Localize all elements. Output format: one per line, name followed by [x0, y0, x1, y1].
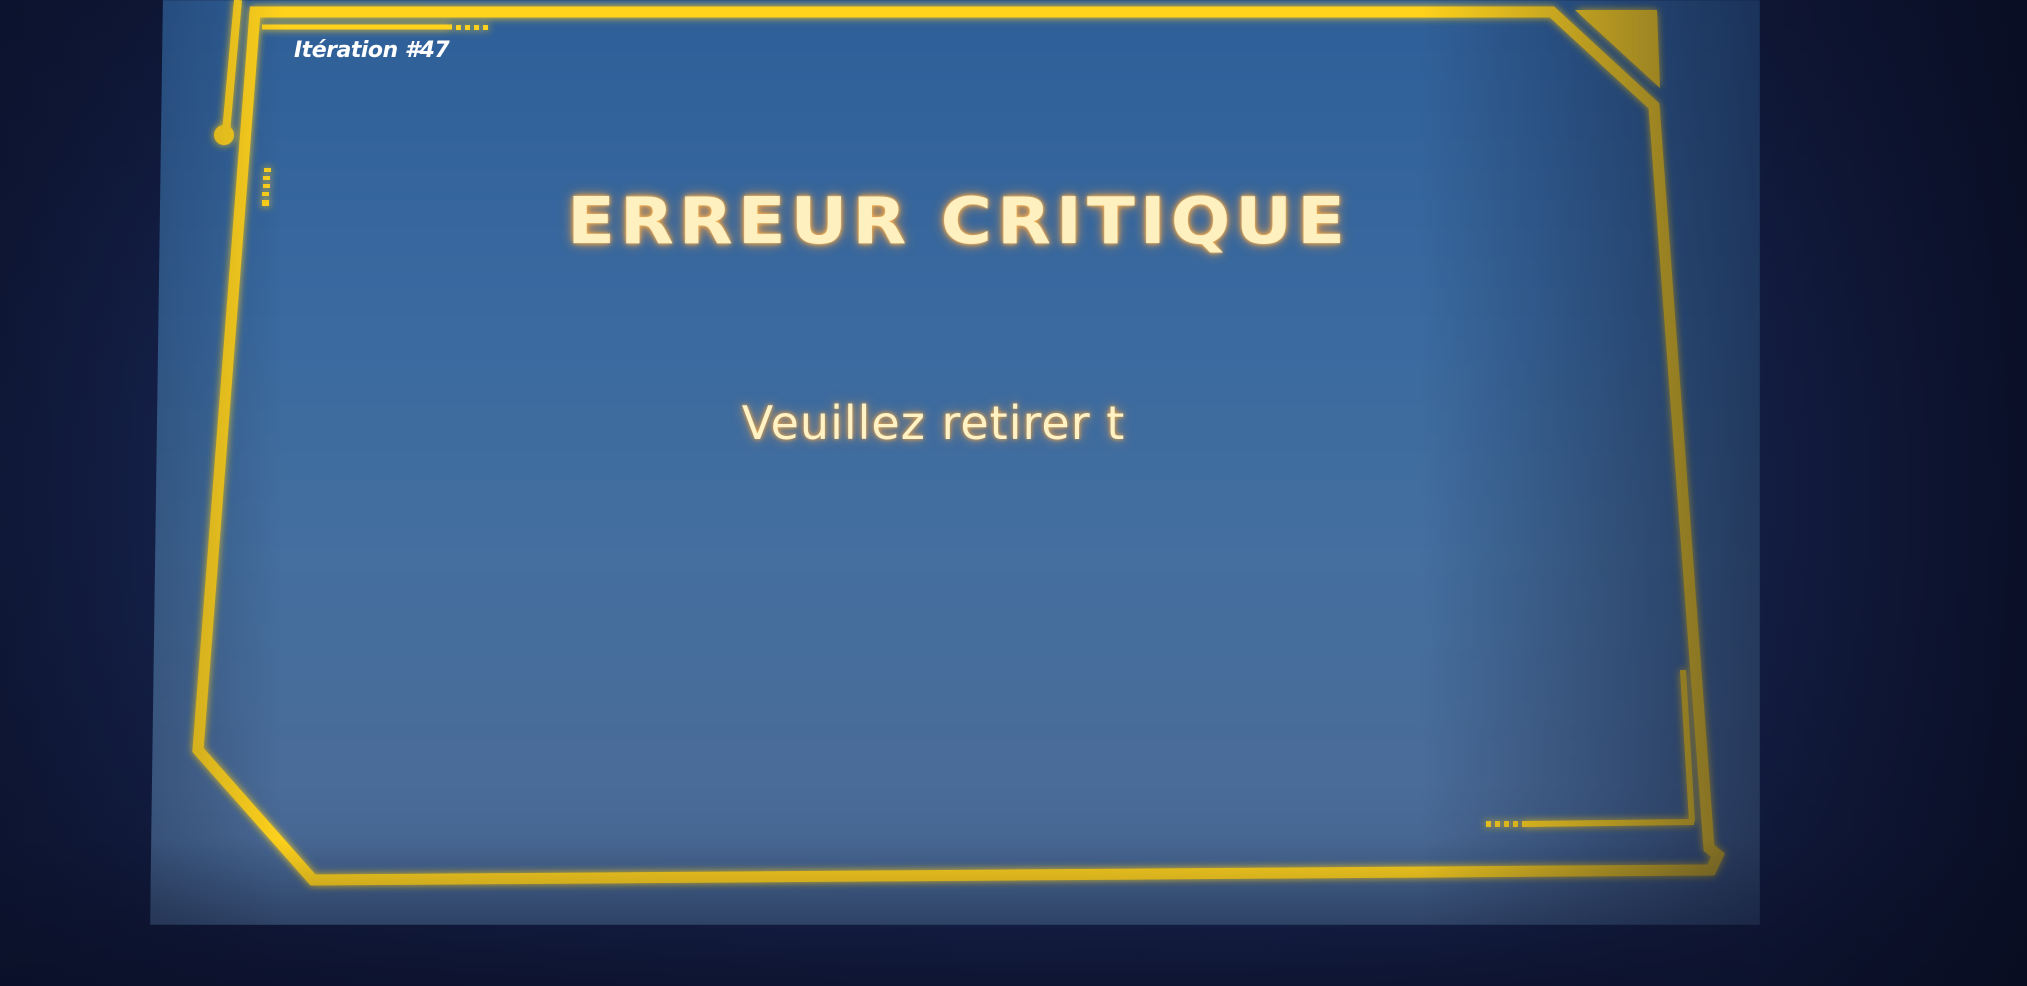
- projection-stage: Itération #47 ERREUR CRITIQUE Veuillez r…: [0, 0, 2027, 986]
- error-title: ERREUR CRITIQUE: [567, 183, 1350, 259]
- bottom-inner-line: [1521, 819, 1695, 827]
- right-inner-line: [1680, 669, 1695, 823]
- bottom-ticks: [1486, 821, 1518, 827]
- error-message: Veuillez retirer t: [741, 396, 1126, 450]
- iteration-label: Itération #47: [294, 38, 450, 63]
- top-ticks: [456, 25, 488, 30]
- left-accent-line: [222, 0, 242, 133]
- hud-frame: [192, 0, 1725, 886]
- left-accent-dot: [214, 125, 234, 145]
